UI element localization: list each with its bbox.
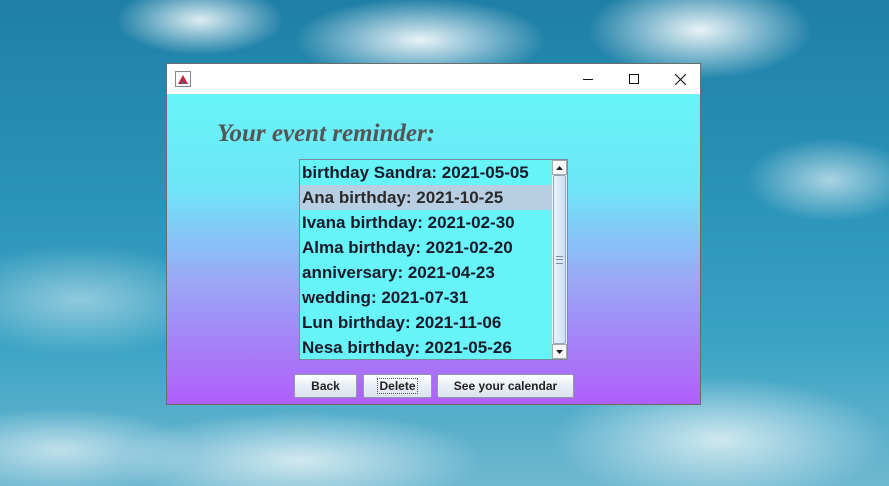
scroll-down-button[interactable] [552, 344, 567, 359]
page-title: Your event reminder: [217, 120, 436, 147]
title-bar[interactable] [167, 64, 700, 94]
delete-button-label: Delete [377, 378, 418, 394]
list-item[interactable]: wedding: 2021-07-31 [300, 285, 551, 310]
scroll-thumb[interactable] [553, 175, 566, 344]
list-item[interactable]: Nesa birthday: 2021-05-26 [300, 335, 551, 359]
list-item[interactable]: anniversary: 2021-04-23 [300, 260, 551, 285]
list-item[interactable]: Lun birthday: 2021-11-06 [300, 310, 551, 335]
minimize-button[interactable] [565, 64, 611, 94]
maximize-icon [629, 74, 639, 84]
event-list[interactable]: birthday Sandra: 2021-05-05 Ana birthday:… [299, 159, 568, 360]
close-icon [674, 73, 686, 85]
delete-button[interactable]: Delete [363, 374, 432, 398]
arrow-up-icon [556, 165, 563, 170]
vertical-scrollbar[interactable] [551, 160, 567, 359]
list-item[interactable]: Ana birthday: 2021-10-25 [300, 185, 551, 210]
see-calendar-button[interactable]: See your calendar [437, 374, 574, 398]
list-item[interactable]: Ivana birthday: 2021-02-30 [300, 210, 551, 235]
arrow-down-icon [556, 349, 563, 354]
close-button[interactable] [657, 64, 703, 94]
reminder-panel: Your event reminder: birthday Sandra: 20… [167, 94, 700, 404]
back-button[interactable]: Back [294, 374, 357, 398]
java-app-icon [175, 71, 191, 87]
maximize-button[interactable] [611, 64, 657, 94]
list-item[interactable]: birthday Sandra: 2021-05-05 [300, 160, 551, 185]
event-reminder-window: Your event reminder: birthday Sandra: 20… [166, 63, 701, 405]
scroll-up-button[interactable] [552, 160, 567, 175]
grip-icon [556, 256, 563, 264]
minimize-icon [583, 79, 593, 80]
list-item[interactable]: Alma birthday: 2021-02-20 [300, 235, 551, 260]
